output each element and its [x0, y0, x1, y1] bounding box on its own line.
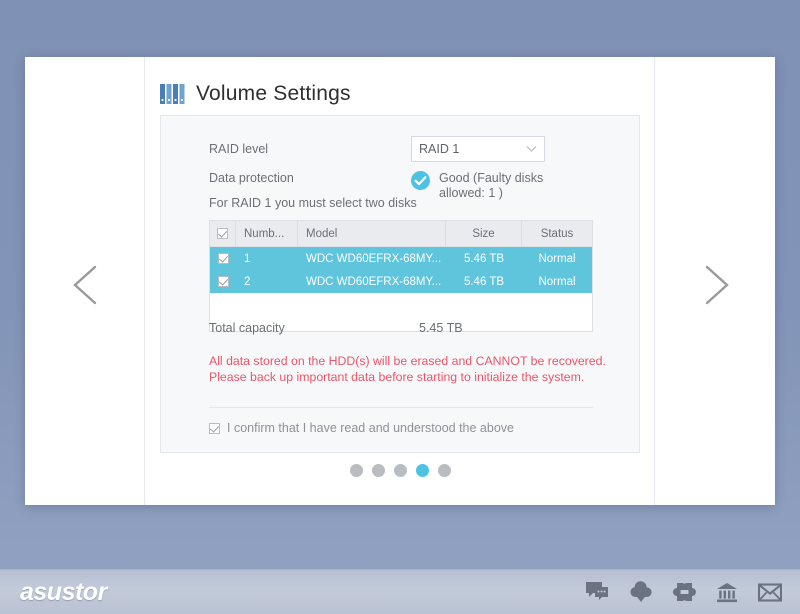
puzzle-apps-icon[interactable]: [673, 581, 696, 603]
total-capacity-value: 5.45 TB: [419, 321, 463, 335]
pagination-dot-3[interactable]: [393, 464, 407, 477]
disk-bars-icon: [160, 84, 185, 104]
chat-bubble-icon[interactable]: [585, 581, 609, 603]
asustor-logo: asustor: [20, 577, 107, 606]
disk-table: Numb... Model Size Status 1 WDC WD60EFRX…: [209, 220, 593, 332]
select-all-header-cell[interactable]: [210, 221, 236, 246]
row-checkbox-cell[interactable]: [210, 270, 236, 293]
bank-college-icon[interactable]: [716, 582, 738, 603]
raid-level-value: RAID 1: [419, 142, 460, 156]
warning-line-2: Please back up important data before sta…: [209, 370, 585, 384]
cell-model: WDC WD60EFRX-68MY...: [306, 275, 442, 288]
column-header-number[interactable]: Numb...: [236, 221, 298, 246]
total-capacity-row: Total capacity 5.45 TB: [209, 321, 593, 335]
row-checkbox-cell[interactable]: [210, 247, 236, 270]
total-capacity-label: Total capacity: [209, 321, 285, 335]
column-header-size[interactable]: Size: [446, 221, 522, 246]
row-checkbox[interactable]: [217, 253, 229, 264]
column-header-model[interactable]: Model: [298, 221, 446, 246]
chevron-left-icon: [73, 265, 97, 305]
pagination-dot-2[interactable]: [371, 464, 385, 477]
confirm-checkbox[interactable]: [209, 422, 220, 434]
disk-table-header: Numb... Model Size Status: [210, 221, 592, 247]
wizard-card: Volume Settings RAID level RAID 1 Data p…: [25, 57, 775, 505]
page-title: Volume Settings: [196, 82, 351, 105]
cell-status: Normal: [538, 252, 576, 265]
data-protection-status-group: Good (Faulty disks allowed: 1 ): [411, 170, 551, 201]
confirm-row[interactable]: I confirm that I have read and understoo…: [209, 421, 514, 435]
panel-separator: [209, 407, 593, 408]
warning-message: All data stored on the HDD(s) will be er…: [209, 353, 609, 385]
raid-level-label: RAID level: [209, 142, 269, 156]
envelope-mail-icon[interactable]: [758, 582, 782, 602]
pane-divider-right: [654, 57, 655, 505]
check-circle-icon: [411, 171, 430, 190]
data-protection-status: Good (Faulty disks allowed: 1 ): [439, 171, 544, 200]
select-all-checkbox[interactable]: [217, 228, 228, 239]
page-header: Volume Settings: [160, 82, 351, 106]
raid-level-row: RAID level RAID 1: [161, 134, 639, 164]
cell-size: 5.46 TB: [463, 275, 505, 288]
cell-model: WDC WD60EFRX-68MY...: [306, 252, 442, 265]
next-step-button[interactable]: [685, 255, 745, 315]
chevron-down-icon: [526, 146, 537, 152]
pagination-dot-1[interactable]: [349, 464, 363, 477]
chevron-right-icon: [705, 265, 729, 305]
footer-bar: asustor: [0, 569, 800, 614]
pane-divider-left: [144, 57, 145, 505]
warning-line-1: All data stored on the HDD(s) will be er…: [209, 354, 606, 368]
pagination-dot-4[interactable]: [415, 464, 429, 477]
cloud-download-icon[interactable]: [629, 581, 653, 603]
column-header-status[interactable]: Status: [522, 221, 592, 246]
cell-number: 2: [244, 275, 251, 288]
table-row[interactable]: 2 WDC WD60EFRX-68MY... 5.46 TB Normal: [210, 270, 592, 293]
pagination-dots: [160, 464, 640, 477]
previous-step-button[interactable]: [57, 255, 117, 315]
cell-status: Normal: [538, 275, 576, 288]
row-checkbox[interactable]: [217, 276, 229, 287]
footer-icons: [585, 581, 782, 603]
cell-number: 1: [244, 252, 251, 265]
pagination-dot-5[interactable]: [437, 464, 451, 477]
confirm-label: I confirm that I have read and understoo…: [227, 421, 514, 435]
disk-selection-hint: For RAID 1 you must select two disks: [209, 196, 417, 210]
volume-settings-panel: RAID level RAID 1 Data protection Good (…: [160, 115, 640, 453]
raid-level-select[interactable]: RAID 1: [411, 136, 545, 162]
data-protection-label: Data protection: [209, 171, 294, 185]
cell-size: 5.46 TB: [463, 252, 505, 265]
table-row[interactable]: 1 WDC WD60EFRX-68MY... 5.46 TB Normal: [210, 247, 592, 270]
